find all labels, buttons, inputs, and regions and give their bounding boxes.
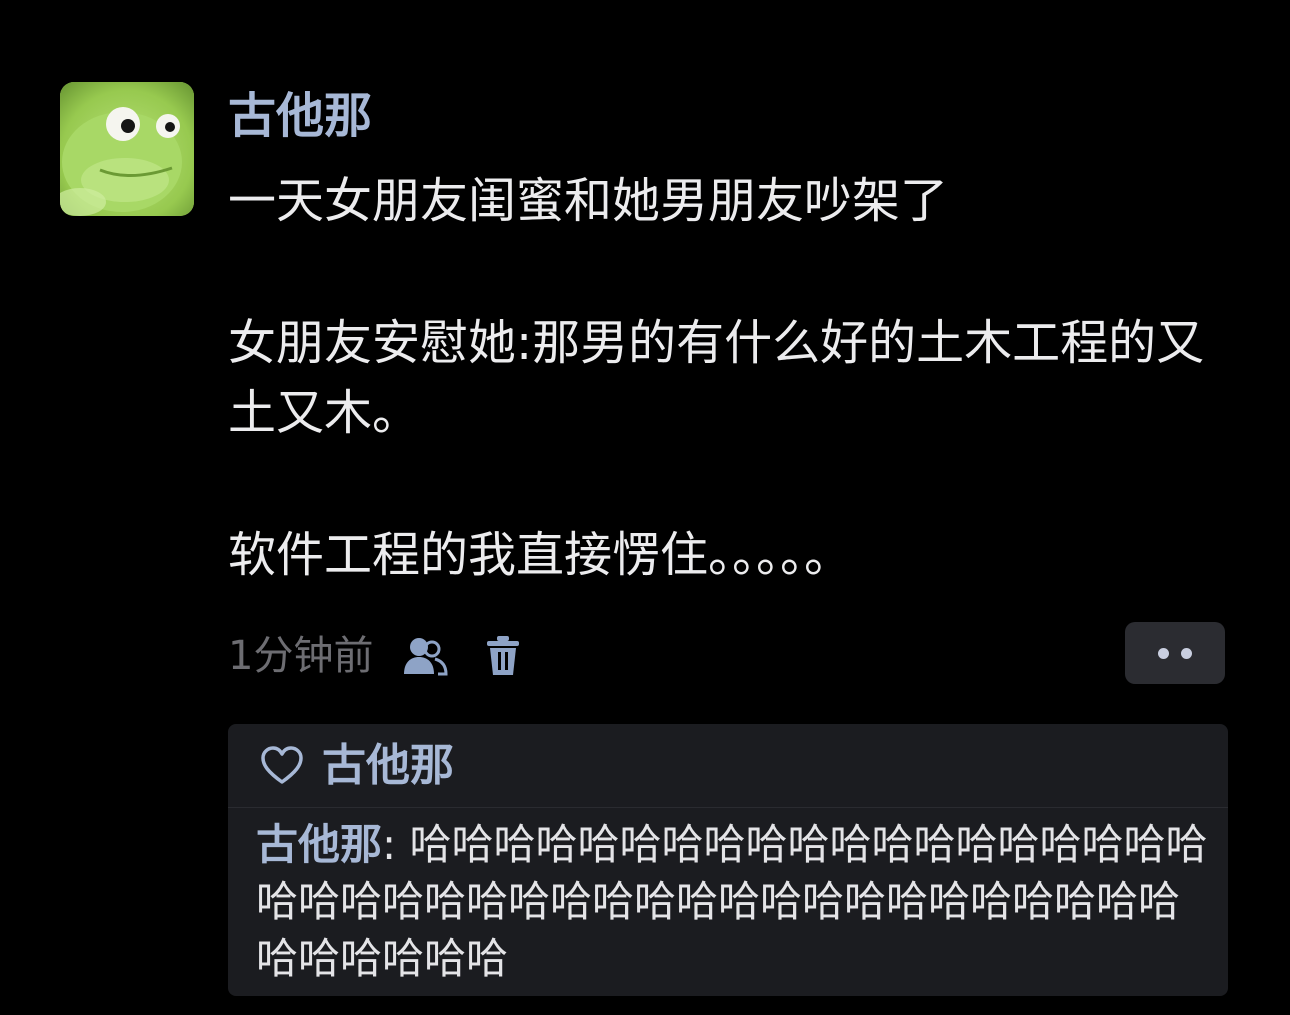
likes-row: 古他那: [228, 724, 1228, 808]
comment-author[interactable]: 古他那: [256, 820, 382, 869]
post-paragraph: 一天女朋友闺蜜和她男朋友吵架了: [228, 173, 949, 229]
comment-separator: :: [382, 820, 397, 869]
post-paragraph: 女朋友安慰她:那男的有什么好的土木工程的又土又木。: [228, 315, 1205, 441]
user-group-icon[interactable]: [399, 630, 451, 682]
moments-post: 古他那 一天女朋友闺蜜和她男朋友吵架了 女朋友安慰她:那男的有什么好的土木工程的…: [0, 0, 1290, 1015]
post-meta-row: 1分钟前: [228, 628, 529, 684]
post-content: 一天女朋友闺蜜和她男朋友吵架了 女朋友安慰她:那男的有什么好的土木工程的又土又木…: [228, 166, 1238, 590]
trash-icon[interactable]: [477, 630, 529, 682]
post-author-name[interactable]: 古他那: [228, 84, 372, 148]
comment-text: 哈哈哈哈哈哈哈哈哈哈哈哈哈哈哈哈哈哈哈哈哈哈哈哈哈哈哈哈哈哈哈哈哈哈哈哈哈哈哈哈…: [256, 820, 1208, 983]
comment-item[interactable]: 古他那: 哈哈哈哈哈哈哈哈哈哈哈哈哈哈哈哈哈哈哈哈哈哈哈哈哈哈哈哈哈哈哈哈哈哈哈…: [256, 816, 1216, 987]
dot: [1181, 647, 1192, 659]
more-options-button[interactable]: [1125, 622, 1225, 684]
green-frog-avatar-icon: [60, 82, 194, 216]
likes-comments-panel: 古他那 古他那: 哈哈哈哈哈哈哈哈哈哈哈哈哈哈哈哈哈哈哈哈哈哈哈哈哈哈哈哈哈哈哈…: [228, 724, 1228, 996]
dot: [1158, 647, 1169, 659]
more-dots-icon: [1158, 647, 1192, 659]
post-timestamp: 1分钟前: [228, 633, 374, 679]
avatar[interactable]: [60, 82, 194, 216]
liker-name[interactable]: 古他那: [322, 736, 454, 796]
post-paragraph: 软件工程的我直接愣住。。。。。: [228, 527, 853, 583]
heart-icon: [260, 744, 304, 788]
